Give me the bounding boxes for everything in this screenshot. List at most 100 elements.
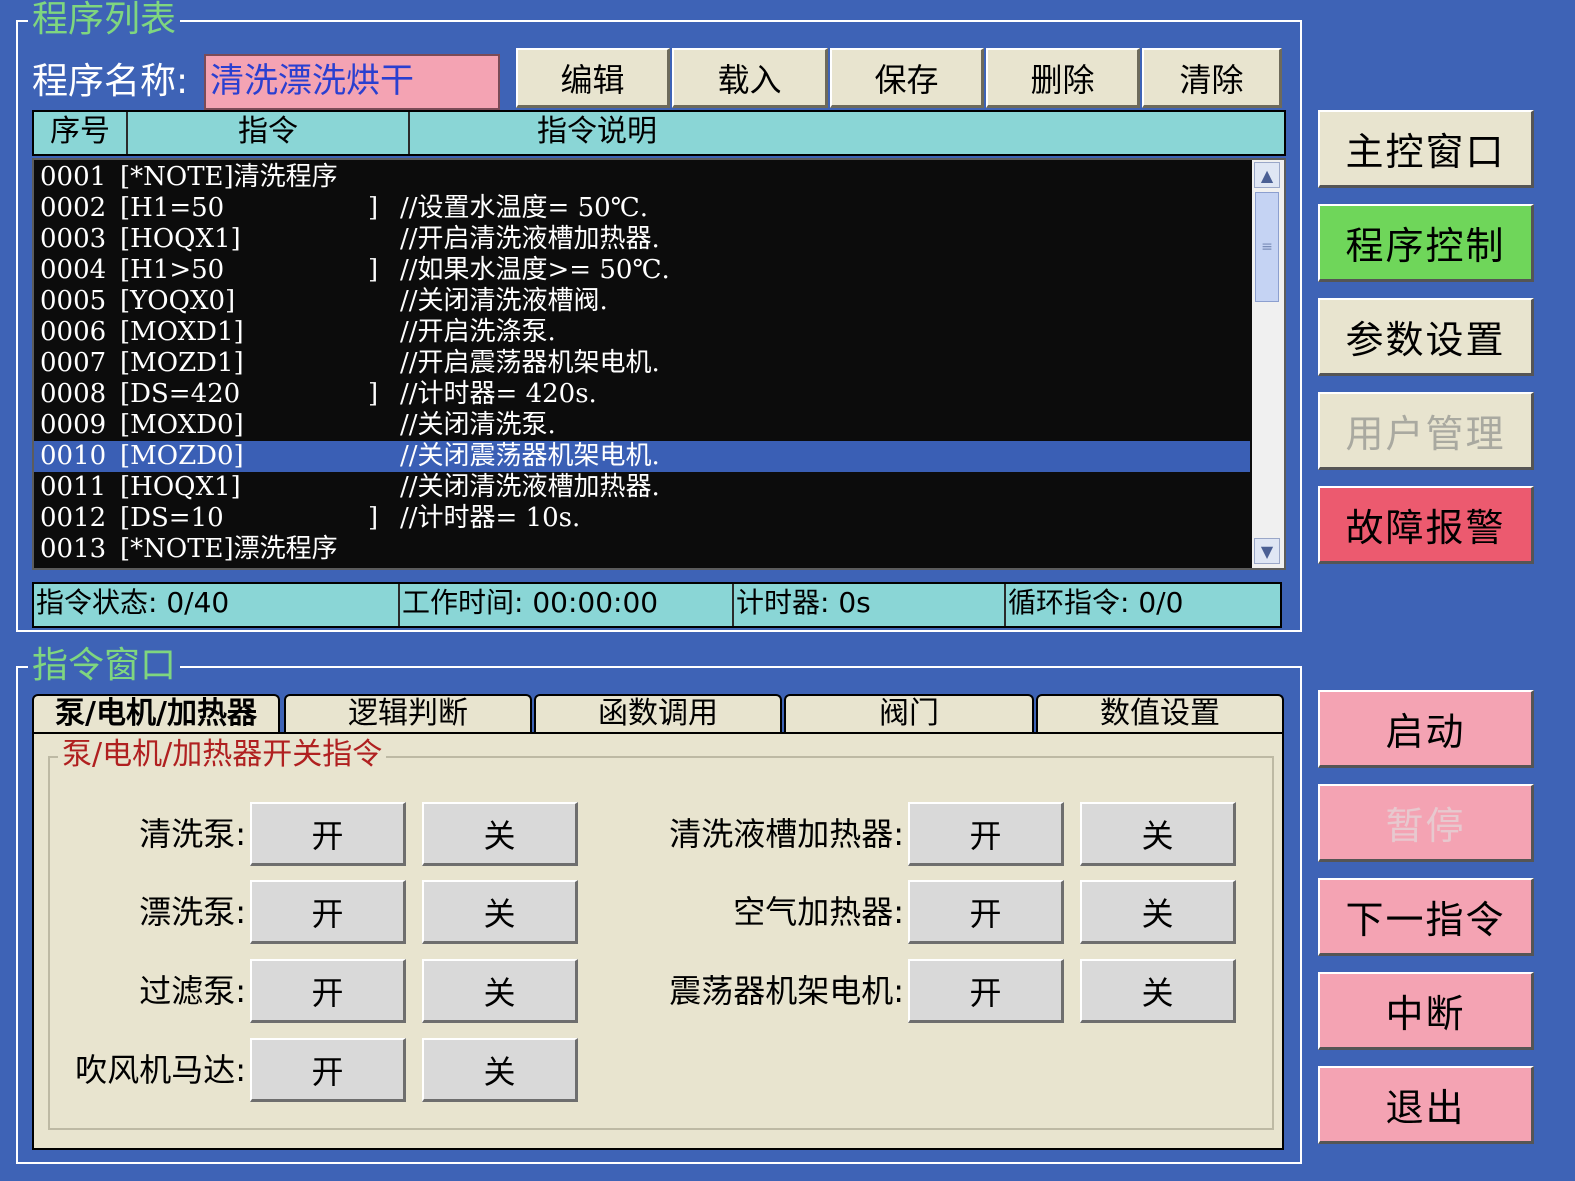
- row-command: [DS=10: [120, 503, 224, 533]
- blower-motor-off-button[interactable]: 关: [422, 1038, 578, 1102]
- blower-motor-on-button[interactable]: 开: [250, 1038, 406, 1102]
- row-number: 0013: [40, 534, 107, 564]
- table-row[interactable]: 0013 [*NOTE]漂洗程序: [34, 534, 1250, 565]
- air-heater-off-button[interactable]: 关: [1080, 880, 1236, 944]
- clear-button[interactable]: 清除: [1142, 48, 1282, 108]
- row-bracket: ]: [368, 503, 379, 533]
- nav-program-control-button[interactable]: 程序控制: [1318, 204, 1534, 282]
- save-button[interactable]: 保存: [830, 48, 984, 108]
- next-command-button[interactable]: 下一指令: [1318, 878, 1534, 956]
- rinse-pump-off-button[interactable]: 关: [422, 880, 578, 944]
- table-row[interactable]: 0002 [H1=50 ] //设置水温度= 50℃.: [34, 193, 1250, 224]
- row-number: 0002: [40, 193, 107, 223]
- program-name-field[interactable]: 清洗漂洗烘干: [204, 54, 500, 110]
- row-description: //开启清洗液槽加热器.: [400, 224, 660, 254]
- table-row[interactable]: 0005 [YOQX0] //关闭清洗液槽阀.: [34, 286, 1250, 317]
- row-command: [HOQX1]: [120, 472, 241, 502]
- row-number: 0001: [40, 162, 107, 192]
- row-number: 0003: [40, 224, 107, 254]
- interrupt-button[interactable]: 中断: [1318, 972, 1534, 1050]
- row-command: [H1>50: [120, 255, 225, 285]
- row-description: //计时器= 10s.: [400, 503, 581, 533]
- table-row-selected[interactable]: 0010 [MOZD0] //关闭震荡器机架电机.: [34, 441, 1250, 472]
- device-label-wash-pump: 清洗泵:: [139, 815, 246, 853]
- row-number: 0007: [40, 348, 107, 378]
- delete-button[interactable]: 删除: [986, 48, 1140, 108]
- row-number: 0008: [40, 379, 107, 409]
- tab-pump-motor-heater[interactable]: 泵/电机/加热器: [32, 694, 280, 736]
- row-bracket: ]: [368, 379, 379, 409]
- command-state: 指令状态: 0/40: [34, 584, 400, 626]
- load-button[interactable]: 载入: [672, 48, 828, 108]
- row-number: 0010: [40, 441, 107, 471]
- row-command: [MOXD0]: [120, 410, 244, 440]
- device-label-rinse-pump: 漂洗泵:: [139, 893, 246, 931]
- work-time: 工作时间: 00:00:00: [400, 584, 734, 626]
- column-header-no[interactable]: 序号: [34, 112, 128, 154]
- wash-pump-on-button[interactable]: 开: [250, 802, 406, 866]
- table-row[interactable]: 0007 [MOZD1] //开启震荡器机架电机.: [34, 348, 1250, 379]
- row-number: 0011: [40, 472, 107, 502]
- table-row[interactable]: 0009 [MOXD0] //关闭清洗泵.: [34, 410, 1250, 441]
- program-name-label: 程序名称:: [32, 61, 189, 102]
- shaker-motor-off-button[interactable]: 关: [1080, 959, 1236, 1023]
- filter-pump-off-button[interactable]: 关: [422, 959, 578, 1023]
- row-command: [HOQX1]: [120, 224, 241, 254]
- table-row[interactable]: 0008 [DS=420 ] //计时器= 420s.: [34, 379, 1250, 410]
- table-row[interactable]: 0003 [HOQX1] //开启清洗液槽加热器.: [34, 224, 1250, 255]
- timer-readout: 计时器: 0s: [734, 584, 1006, 626]
- tab-logic[interactable]: 逻辑判断: [284, 694, 532, 734]
- tab-function-call[interactable]: 函数调用: [534, 694, 782, 734]
- scroll-thumb[interactable]: ≡: [1255, 192, 1279, 302]
- tab-valve[interactable]: 阀门: [784, 694, 1034, 734]
- column-header-description[interactable]: 指令说明: [410, 112, 784, 154]
- vertical-scrollbar[interactable]: ▲ ≡ ▼: [1252, 160, 1284, 568]
- device-label-blower-motor: 吹风机马达:: [75, 1051, 246, 1089]
- filter-pump-on-button[interactable]: 开: [250, 959, 406, 1023]
- scroll-down-icon[interactable]: ▼: [1254, 538, 1280, 564]
- scroll-up-icon[interactable]: ▲: [1254, 162, 1280, 188]
- command-window-title: 指令窗口: [28, 646, 181, 686]
- row-description: //关闭清洗液槽阀.: [400, 286, 608, 316]
- device-label-air-heater: 空气加热器:: [733, 893, 904, 931]
- edit-button[interactable]: 编辑: [516, 48, 670, 108]
- row-command: [MOXD1]: [120, 317, 244, 347]
- row-bracket: ]: [368, 255, 379, 285]
- row-bracket: ]: [368, 193, 379, 223]
- device-label-filter-pump: 过滤泵:: [139, 972, 246, 1010]
- nav-fault-alarm-button[interactable]: 故障报警: [1318, 486, 1534, 564]
- row-command: [*NOTE]清洗程序: [120, 162, 338, 192]
- wash-pump-off-button[interactable]: 关: [422, 802, 578, 866]
- table-row[interactable]: 0001 [*NOTE]清洗程序: [34, 162, 1250, 193]
- row-number: 0006: [40, 317, 107, 347]
- table-row[interactable]: 0011 [HOQX1] //关闭清洗液槽加热器.: [34, 472, 1250, 503]
- column-header-command[interactable]: 指令: [128, 112, 410, 154]
- nav-main-window-button[interactable]: 主控窗口: [1318, 110, 1534, 188]
- row-command: [MOZD0]: [120, 441, 244, 471]
- row-description: //开启震荡器机架电机.: [400, 348, 660, 378]
- device-label-shaker-motor: 震荡器机架电机:: [669, 972, 904, 1010]
- row-number: 0009: [40, 410, 107, 440]
- tab-value-setting[interactable]: 数值设置: [1036, 694, 1284, 734]
- status-bar: 指令状态: 0/40 工作时间: 00:00:00 计时器: 0s 循环指令: …: [32, 582, 1282, 628]
- tank-heater-off-button[interactable]: 关: [1080, 802, 1236, 866]
- nav-parameter-settings-button[interactable]: 参数设置: [1318, 298, 1534, 376]
- nav-user-management-button[interactable]: 用户管理: [1318, 392, 1534, 470]
- start-button[interactable]: 启动: [1318, 690, 1534, 768]
- exit-button[interactable]: 退出: [1318, 1066, 1534, 1144]
- table-row[interactable]: 0004 [H1>50 ] //如果水温度>= 50℃.: [34, 255, 1250, 286]
- row-number: 0012: [40, 503, 107, 533]
- row-number: 0004: [40, 255, 107, 285]
- air-heater-on-button[interactable]: 开: [908, 880, 1064, 944]
- tank-heater-on-button[interactable]: 开: [908, 802, 1064, 866]
- shaker-motor-on-button[interactable]: 开: [908, 959, 1064, 1023]
- table-row[interactable]: 0006 [MOXD1] //开启洗涤泵.: [34, 317, 1250, 348]
- row-description: //关闭清洗液槽加热器.: [400, 472, 660, 502]
- row-description: //设置水温度= 50℃.: [400, 193, 649, 223]
- row-description: //开启洗涤泵.: [400, 317, 556, 347]
- row-command: [H1=50: [120, 193, 225, 223]
- pause-button[interactable]: 暂停: [1318, 784, 1534, 862]
- program-table-body[interactable]: 0001 [*NOTE]清洗程序 0002 [H1=50 ] //设置水温度= …: [32, 158, 1286, 570]
- rinse-pump-on-button[interactable]: 开: [250, 880, 406, 944]
- table-row[interactable]: 0012 [DS=10 ] //计时器= 10s.: [34, 503, 1250, 534]
